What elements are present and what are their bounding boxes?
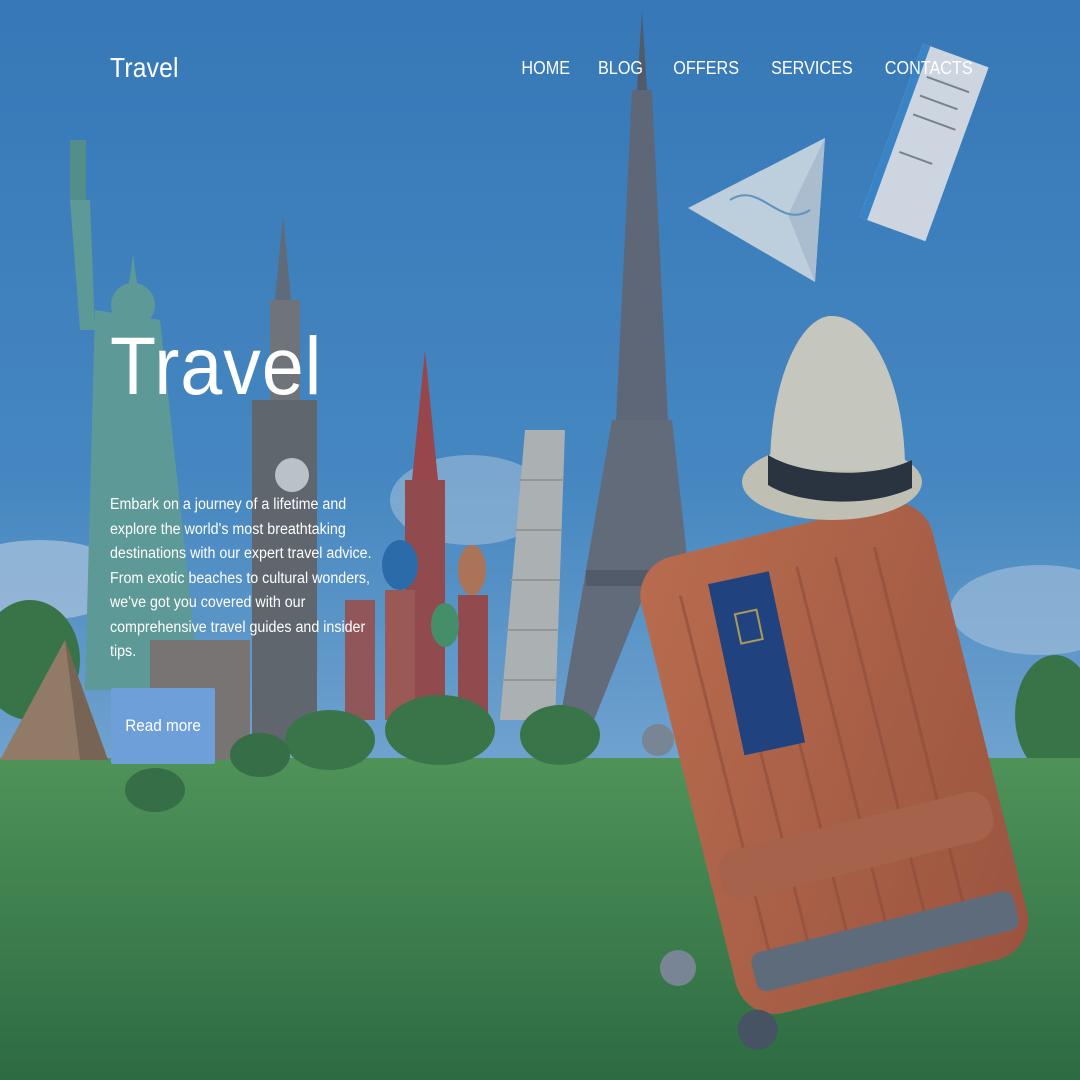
hero-title: Travel xyxy=(110,321,323,412)
nav-services[interactable]: SERVICES xyxy=(771,58,853,79)
nav-home[interactable]: HOME xyxy=(521,58,570,79)
nav-blog[interactable]: BLOG xyxy=(598,58,643,79)
nav-contacts[interactable]: CONTACTS xyxy=(885,58,973,79)
hero-section: Travel HOME BLOG OFFERS SERVICES CONTACT… xyxy=(0,0,1080,1080)
main-nav: HOME BLOG OFFERS SERVICES CONTACTS xyxy=(493,58,973,79)
hero-description: Embark on a journey of a lifetime and ex… xyxy=(110,496,372,660)
read-more-label: Read more xyxy=(125,716,201,735)
nav-offers[interactable]: OFFERS xyxy=(673,58,739,79)
read-more-button[interactable]: Read more xyxy=(111,688,215,764)
site-logo[interactable]: Travel xyxy=(110,52,179,84)
